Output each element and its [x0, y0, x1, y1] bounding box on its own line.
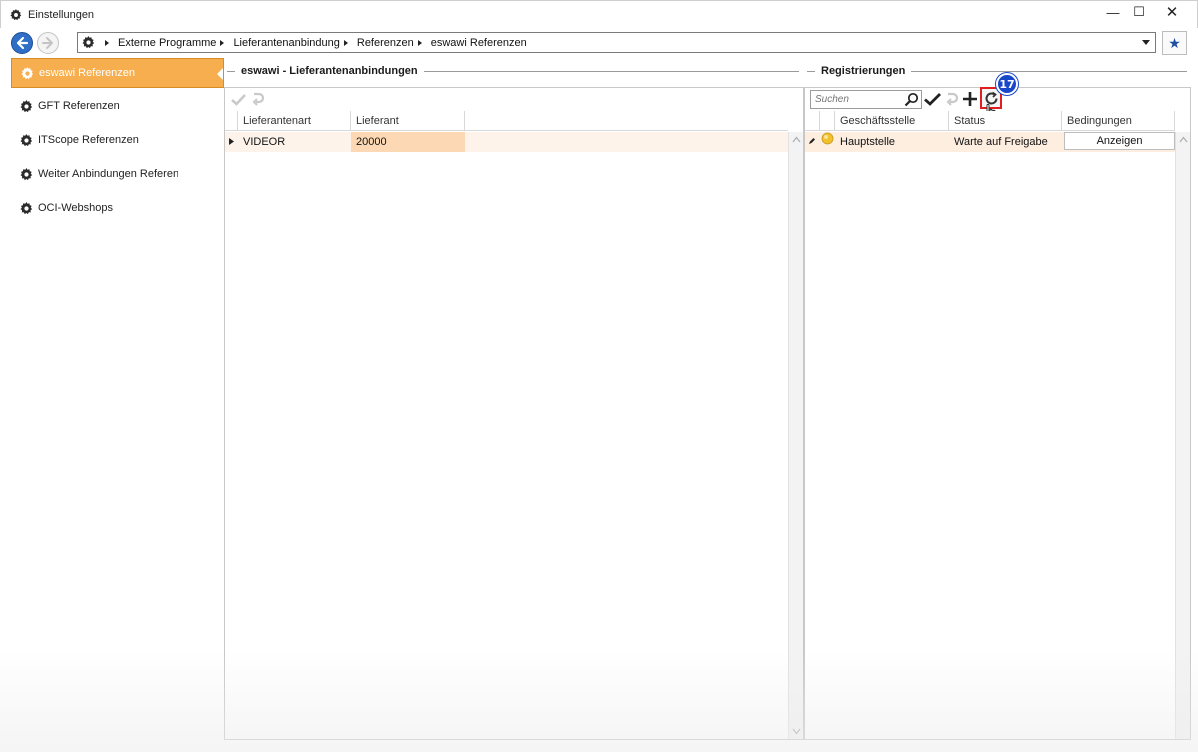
checkmark-icon[interactable] — [231, 93, 246, 106]
cell-status[interactable]: Warte auf Freigabe — [949, 132, 1062, 152]
right-grid-header: Geschäftsstelle Status Bedingungen — [805, 111, 1175, 131]
chevron-right-icon — [417, 39, 422, 46]
gear-icon — [20, 133, 33, 147]
search-field[interactable] — [810, 90, 922, 109]
breadcrumb-item[interactable]: eswawi Referenzen — [431, 37, 527, 49]
scroll-up-icon[interactable] — [792, 136, 801, 143]
column-header-status[interactable]: Status — [949, 111, 1062, 131]
right-toolbar — [924, 90, 978, 108]
left-scrollbar[interactable] — [788, 132, 803, 739]
undo-icon[interactable] — [252, 92, 264, 106]
sidebar-item-eswawi[interactable]: eswawi Referenzen — [11, 58, 224, 88]
column-header-lieferant[interactable]: Lieferant — [351, 111, 465, 131]
window-title: Einstellungen — [28, 8, 95, 21]
chevron-down-icon[interactable] — [1142, 40, 1150, 45]
breadcrumb[interactable]: Externe Programme Lieferantenanbindung R… — [77, 32, 1156, 53]
anzeigen-button[interactable]: Anzeigen — [1064, 132, 1175, 150]
gear-icon — [20, 201, 33, 215]
table-row[interactable]: VIDEOR 20000 — [225, 132, 788, 152]
plus-icon[interactable] — [962, 91, 978, 107]
status-dot-column — [820, 111, 835, 131]
star-icon: ★ — [1168, 34, 1181, 51]
right-section-title: Registrierungen — [821, 65, 906, 77]
sidebar-item-itscope[interactable]: ITScope Referenzen — [11, 125, 224, 155]
left-toolbar — [231, 91, 264, 107]
forward-arrow-icon — [42, 37, 53, 49]
left-grid-header: Lieferantenart Lieferant — [225, 111, 788, 131]
right-section-header: Registrierungen — [807, 64, 1187, 78]
scroll-down-icon[interactable] — [792, 728, 801, 735]
sidebar-item-weitere[interactable]: Weiter Anbindungen Referenzen — [11, 159, 224, 189]
breadcrumb-item[interactable]: Externe Programme — [118, 37, 216, 49]
title-bar: Einstellungen — [0, 0, 1198, 28]
back-button[interactable] — [11, 32, 33, 54]
left-section-header: eswawi - Lieferantenanbindungen — [227, 64, 799, 78]
column-header-lieferantenart[interactable]: Lieferantenart — [238, 111, 351, 131]
edit-indicator-column — [805, 111, 820, 131]
sidebar-item-gft[interactable]: GFT Referenzen — [11, 91, 224, 121]
status-dot-icon — [820, 132, 835, 152]
scroll-up-icon[interactable] — [1179, 136, 1188, 143]
checkmark-icon[interactable] — [924, 92, 941, 106]
sidebar-item-label: GFT Referenzen — [38, 100, 120, 112]
gear-icon — [20, 99, 33, 113]
undo-icon[interactable] — [946, 92, 958, 106]
back-arrow-icon — [16, 36, 29, 50]
sidebar-item-label: OCI-Webshops — [38, 202, 113, 214]
row-indicator-column — [225, 111, 238, 131]
sidebar-item-label: eswawi Referenzen — [39, 67, 135, 79]
favorite-button[interactable]: ★ — [1162, 31, 1187, 55]
sidebar: eswawi Referenzen GFT Referenzen ITScope… — [11, 57, 224, 742]
breadcrumb-item[interactable]: Lieferantenanbindung — [233, 37, 339, 49]
chevron-right-icon — [343, 39, 348, 46]
table-row[interactable]: Hauptstelle Warte auf Freigabe Anzeigen — [805, 132, 1175, 152]
cell-geschaeftsstelle[interactable]: Hauptstelle — [835, 132, 949, 152]
breadcrumb-item[interactable]: Referenzen — [357, 37, 414, 49]
right-panel — [804, 87, 1191, 740]
search-icon[interactable] — [904, 92, 919, 107]
column-header-geschaeftsstelle[interactable]: Geschäftsstelle — [835, 111, 949, 131]
forward-button[interactable] — [37, 32, 59, 54]
chevron-right-icon — [220, 39, 225, 46]
left-section-title: eswawi - Lieferantenanbindungen — [241, 65, 418, 77]
step-badge: 17 — [996, 73, 1018, 95]
close-button[interactable]: ✕ — [1157, 2, 1187, 22]
sidebar-item-label: Weiter Anbindungen Referenzen — [38, 168, 178, 180]
maximize-button[interactable]: ☐ — [1124, 2, 1154, 22]
gear-icon — [10, 8, 22, 21]
search-input[interactable] — [815, 94, 903, 105]
chevron-right-icon — [105, 39, 109, 46]
sidebar-item-oci[interactable]: OCI-Webshops — [11, 193, 224, 223]
row-indicator-icon — [225, 132, 238, 152]
sidebar-item-label: ITScope Referenzen — [38, 134, 139, 146]
cell-bedingungen: Anzeigen — [1062, 132, 1175, 152]
column-header-bedingungen[interactable]: Bedingungen — [1062, 111, 1175, 131]
cell-lieferant[interactable]: 20000 — [351, 132, 465, 152]
right-scrollbar[interactable] — [1175, 132, 1190, 739]
gear-icon — [82, 36, 95, 49]
left-panel — [224, 87, 804, 740]
gear-icon — [20, 167, 33, 181]
edit-pen-icon — [805, 132, 820, 152]
cell-lieferantenart[interactable]: VIDEOR — [238, 132, 351, 152]
gear-icon — [21, 66, 34, 80]
